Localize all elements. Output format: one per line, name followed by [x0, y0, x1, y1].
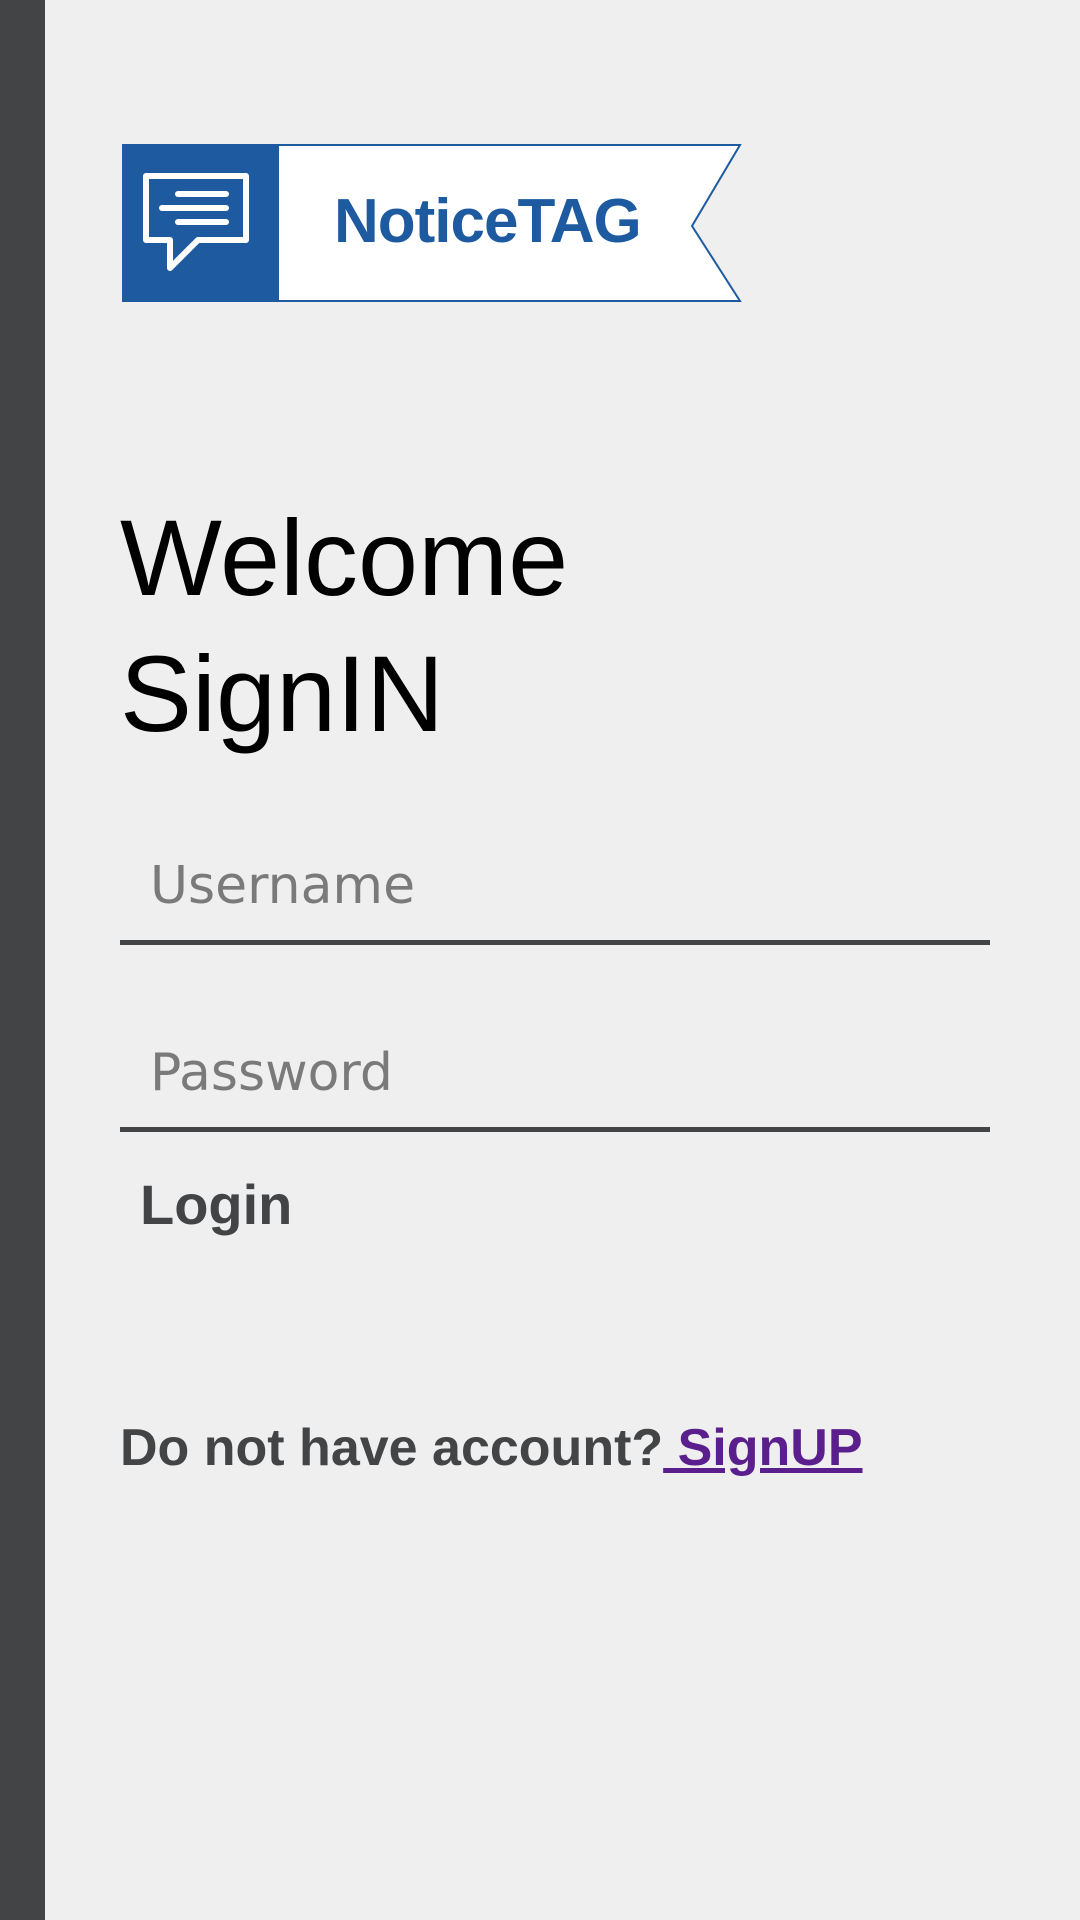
side-bar [0, 0, 45, 1920]
password-input[interactable] [150, 1043, 990, 1103]
signup-prompt: Do not have account? [120, 1419, 664, 1477]
signup-row: Do not have account? SignUP [120, 1418, 863, 1478]
password-field-container [120, 1027, 990, 1132]
title-line-welcome: Welcome [120, 497, 569, 618]
brand-name: NoticeTAG [334, 187, 642, 256]
signup-link[interactable]: SignUP [663, 1419, 863, 1477]
logo: NoticeTAG [122, 144, 742, 302]
username-input[interactable] [150, 856, 990, 916]
page-title: Welcome SignIN [120, 490, 568, 762]
title-line-signin: SignIN [120, 633, 445, 754]
username-field-container [120, 840, 990, 945]
login-button[interactable]: Login [140, 1172, 292, 1237]
